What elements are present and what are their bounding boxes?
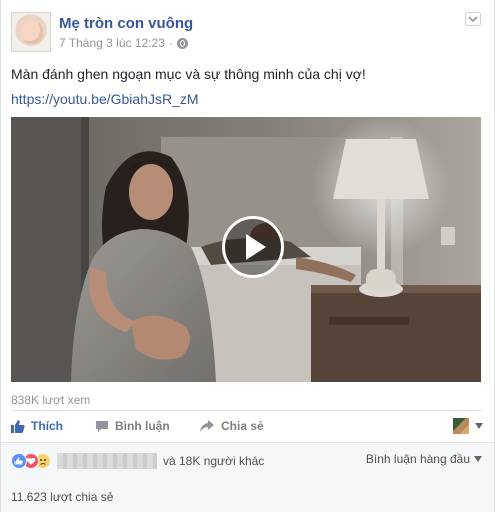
play-icon (246, 234, 266, 260)
post-message: Màn đánh ghen ngoạn mục và sự thông minh… (11, 66, 366, 82)
video-view-count: 838K lượt xem (11, 393, 91, 407)
video-player[interactable] (11, 117, 481, 382)
post-header: Mẹ tròn con vuông 7 Tháng 3 lúc 12:23 · (11, 12, 481, 54)
comment-label: Bình luận (115, 419, 170, 433)
post-as-selector[interactable] (453, 414, 483, 438)
play-button[interactable] (222, 216, 284, 278)
post-link[interactable]: https://youtu.be/GbiahJsR_zM (11, 91, 199, 107)
post-meta: 7 Tháng 3 lúc 12:23 · (59, 36, 188, 50)
comment-button[interactable]: Bình luận (95, 414, 170, 438)
share-count-link[interactable]: 11.623 lượt chia sẻ (11, 490, 113, 504)
share-icon (200, 420, 214, 432)
baby-image (21, 20, 43, 44)
meta-separator: · (168, 36, 173, 50)
comment-sort-dropdown[interactable]: Bình luận hàng đầu (366, 452, 482, 466)
divider (11, 410, 483, 411)
globe-icon[interactable] (176, 37, 188, 49)
post-card: Mẹ tròn con vuông 7 Tháng 3 lúc 12:23 · … (0, 0, 495, 512)
share-label: Chia sẻ (221, 419, 264, 433)
page-name-link[interactable]: Mẹ tròn con vuông (59, 15, 193, 32)
redacted-names (57, 453, 157, 469)
share-button[interactable]: Chia sẻ (199, 414, 264, 438)
like-icon (11, 453, 27, 469)
post-actions: Thích Bình luận Chia sẻ (11, 414, 483, 438)
sort-label: Bình luận hàng đầu (365, 452, 470, 466)
caret-down-icon (475, 423, 483, 429)
reaction-summary[interactable]: và 18K người khác (11, 452, 264, 470)
user-avatar (453, 418, 469, 434)
like-label: Thích (31, 419, 63, 433)
like-button[interactable]: Thích (11, 414, 63, 438)
reaction-others-link[interactable]: và 18K người khác (163, 454, 264, 468)
page-avatar[interactable] (11, 12, 51, 52)
comment-icon (96, 421, 108, 432)
chevron-down-icon (465, 12, 481, 26)
post-options-button[interactable] (465, 12, 481, 26)
caret-down-icon (474, 456, 482, 462)
thumbs-up-icon (11, 420, 25, 433)
post-timestamp[interactable]: 7 Tháng 3 lúc 12:23 (59, 36, 165, 50)
